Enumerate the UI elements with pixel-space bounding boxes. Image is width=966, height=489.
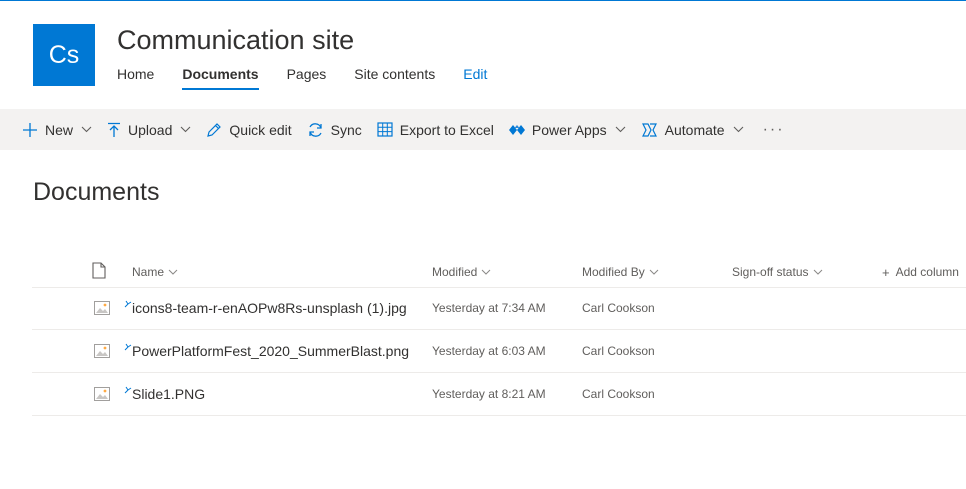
name-column-label: Name <box>132 265 165 279</box>
upload-arrow-icon <box>107 122 121 138</box>
modified-by-column-label: Modified By <box>582 265 645 279</box>
quick-edit-label: Quick edit <box>229 121 292 138</box>
export-label: Export to Excel <box>399 121 494 138</box>
upload-label: Upload <box>128 121 173 138</box>
chevron-down-icon <box>168 269 178 275</box>
document-icon <box>92 262 106 282</box>
modified-column-header[interactable]: Modified <box>432 257 491 287</box>
nav-site-contents[interactable]: Site contents <box>354 66 435 90</box>
automate-button[interactable]: Automate <box>641 122 744 138</box>
signoff-status-column-header[interactable]: Sign-off status <box>732 257 823 287</box>
nav-documents[interactable]: Documents <box>182 66 259 90</box>
chevron-down-icon <box>733 126 744 133</box>
chevron-down-icon <box>615 126 626 133</box>
sync-icon <box>307 122 324 138</box>
sync-button[interactable]: Sync <box>307 122 362 138</box>
plus-icon: + <box>882 264 890 280</box>
image-file-icon <box>94 287 110 329</box>
signoff-status-column-label: Sign-off status <box>732 265 809 279</box>
add-column-button[interactable]: + Add column <box>882 257 959 287</box>
modified-by-person[interactable]: Carl Cookson <box>582 373 655 415</box>
file-name-link[interactable]: icons8-team-r-enAOPw8Rs-unsplash (1).jpg <box>132 287 407 329</box>
power-apps-button[interactable]: Power Apps <box>508 121 626 138</box>
table-header: Name Modified Modified By Sign-off statu… <box>32 257 966 288</box>
modified-by-person[interactable]: Carl Cookson <box>582 287 655 329</box>
excel-grid-icon <box>377 122 393 137</box>
automate-label: Automate <box>664 121 725 138</box>
image-file-icon <box>94 373 110 415</box>
chevron-down-icon <box>481 269 491 275</box>
new-button[interactable]: New <box>22 122 92 138</box>
file-type-column-header[interactable] <box>92 257 106 287</box>
export-to-excel-button[interactable]: Export to Excel <box>377 122 494 138</box>
command-bar: New Upload Quick edit Sync Export to Exc… <box>0 109 966 150</box>
nav-edit-link[interactable]: Edit <box>463 66 487 90</box>
modified-date: Yesterday at 6:03 AM <box>432 344 546 358</box>
file-name-link[interactable]: Slide1.PNG <box>132 373 205 415</box>
table-row[interactable]: Slide1.PNG Yesterday at 8:21 AM Carl Coo… <box>32 373 966 416</box>
name-column-header[interactable]: Name <box>132 257 178 287</box>
page-title: Documents <box>33 178 160 206</box>
chevron-down-icon <box>81 126 92 133</box>
table-row[interactable]: icons8-team-r-enAOPw8Rs-unsplash (1).jpg… <box>32 287 966 330</box>
more-icon[interactable]: ··· <box>763 121 785 139</box>
site-title[interactable]: Communication site <box>117 25 354 56</box>
table-row[interactable]: PowerPlatformFest_2020_SummerBlast.png Y… <box>32 330 966 373</box>
sync-label: Sync <box>330 121 362 138</box>
pencil-icon <box>206 122 222 138</box>
new-item-sparkle-icon <box>124 338 132 356</box>
file-name-link[interactable]: PowerPlatformFest_2020_SummerBlast.png <box>132 330 409 372</box>
power-apps-icon <box>508 123 525 137</box>
chevron-down-icon <box>649 269 659 275</box>
modified-by-column-header[interactable]: Modified By <box>582 257 659 287</box>
chevron-down-icon <box>180 126 191 133</box>
quick-edit-button[interactable]: Quick edit <box>206 121 292 138</box>
new-item-sparkle-icon <box>124 381 132 399</box>
modified-by-person[interactable]: Carl Cookson <box>582 330 655 372</box>
site-logo-text: Cs <box>48 40 80 69</box>
nav-home[interactable]: Home <box>117 66 154 90</box>
site-navigation: Home Documents Pages Site contents Edit <box>117 66 515 90</box>
nav-pages[interactable]: Pages <box>287 66 327 90</box>
new-item-sparkle-icon <box>124 295 132 313</box>
flow-icon <box>641 122 658 138</box>
add-column-label: Add column <box>895 265 959 279</box>
modified-date: Yesterday at 8:21 AM <box>432 387 546 401</box>
top-accent-rule <box>0 0 966 1</box>
power-apps-label: Power Apps <box>531 121 607 138</box>
modified-column-label: Modified <box>432 265 478 279</box>
image-file-icon <box>94 330 110 372</box>
upload-button[interactable]: Upload <box>107 122 191 138</box>
modified-date: Yesterday at 7:34 AM <box>432 301 546 315</box>
chevron-down-icon <box>813 269 823 275</box>
site-logo[interactable]: Cs <box>33 24 95 86</box>
new-label: New <box>45 121 74 138</box>
plus-icon <box>22 122 38 138</box>
